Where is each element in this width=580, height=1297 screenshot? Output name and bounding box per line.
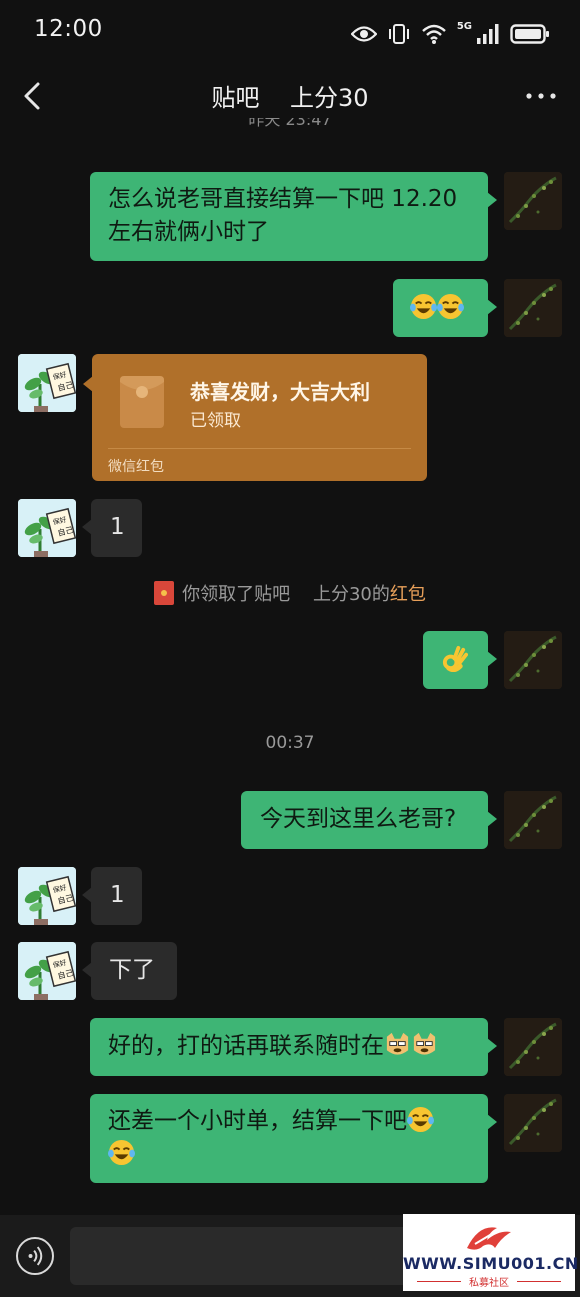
contact-avatar[interactable] xyxy=(18,867,76,925)
watermark-subtitle: 私募社区 xyxy=(469,1278,509,1289)
outgoing-message[interactable]: 今天到这里么老哥? xyxy=(241,791,497,849)
system-notice-text: 你领取了贴吧 上分30的 xyxy=(182,584,390,605)
message-text: 怎么说老哥直接结算一下吧 12.20 左右就俩小时了 xyxy=(108,186,458,245)
tears-of-joy-emoji xyxy=(410,293,437,320)
incoming-message[interactable]: 下了 xyxy=(82,942,177,1000)
outgoing-message[interactable]: 还差一个小时单，结算一下吧 xyxy=(90,1094,497,1183)
watermark-emblem-icon xyxy=(467,1225,511,1250)
red-packet-source: 微信红包 xyxy=(108,459,164,475)
red-packet-icon xyxy=(120,376,164,428)
incoming-message[interactable]: 1 xyxy=(82,499,142,557)
vibrate-icon xyxy=(388,24,409,44)
outgoing-message[interactable]: 好的，打的话再联系随时在 xyxy=(90,1018,497,1076)
system-notice: 你领取了贴吧 上分30的红包 xyxy=(0,580,580,606)
red-packet-link[interactable]: 红包 xyxy=(390,584,426,605)
outgoing-emoji-message[interactable] xyxy=(423,631,497,689)
red-packet-card[interactable]: 恭喜发财，大吉大利 已领取 微信红包 xyxy=(83,354,427,481)
self-avatar[interactable] xyxy=(504,791,562,849)
contact-avatar[interactable] xyxy=(18,942,76,1000)
ok-hand-emoji xyxy=(442,645,468,672)
tears-of-joy-emoji xyxy=(437,293,464,320)
red-packet-title: 恭喜发财，大吉大利 xyxy=(190,380,370,404)
signal-icon xyxy=(477,24,499,44)
outgoing-emoji-message[interactable] xyxy=(393,279,497,337)
tears-of-joy-emoji xyxy=(108,1139,135,1166)
more-options-icon[interactable] xyxy=(524,82,558,110)
wifi-icon xyxy=(422,24,446,44)
incoming-message[interactable]: 1 xyxy=(82,867,142,925)
watermark-site: WWW.SIMU001.CN xyxy=(403,1254,579,1273)
chat-title: 贴吧 上分30 xyxy=(211,84,369,112)
title-bar: 贴吧 上分30 xyxy=(0,66,580,126)
outgoing-message[interactable]: 怎么说老哥直接结算一下吧 12.20 左右就俩小时了 xyxy=(90,172,497,261)
self-avatar[interactable] xyxy=(504,1018,562,1076)
timestamp-peek: 昨天 23:47 xyxy=(248,118,332,128)
status-icons: 5G xyxy=(350,18,550,50)
message-text: 好的，打的话再联系随时在 xyxy=(108,1033,384,1059)
divider xyxy=(108,448,411,449)
eye-icon xyxy=(350,26,377,42)
network-label: 5G xyxy=(456,20,472,32)
message-text: 还差一个小时单，结算一下吧 xyxy=(108,1108,407,1134)
self-avatar[interactable] xyxy=(504,631,562,689)
watermark-logo: WWW.SIMU001.CN 私募社区 xyxy=(403,1214,579,1291)
message-text: 1 xyxy=(110,882,125,908)
doge-emoji xyxy=(386,1032,409,1055)
status-time: 12:00 xyxy=(34,16,103,42)
battery-icon xyxy=(510,24,549,44)
time-separator: 00:37 xyxy=(265,733,315,753)
red-packet-status: 已领取 xyxy=(190,411,241,431)
self-avatar[interactable] xyxy=(504,172,562,230)
voice-input-icon[interactable] xyxy=(16,1237,54,1275)
doge-emoji xyxy=(413,1032,436,1055)
message-input[interactable] xyxy=(70,1227,410,1285)
message-text: 1 xyxy=(110,514,125,540)
message-text: 下了 xyxy=(109,957,155,983)
contact-avatar[interactable] xyxy=(18,499,76,557)
tears-of-joy-emoji xyxy=(407,1106,434,1133)
self-avatar[interactable] xyxy=(504,279,562,337)
red-packet-small-icon xyxy=(154,581,175,605)
message-text: 今天到这里么老哥? xyxy=(260,806,457,832)
contact-avatar[interactable] xyxy=(18,354,76,412)
chat-screen: 12:00 5G 贴吧 上分30 昨天 23:47 怎么说老哥直接结算一下吧 1… xyxy=(0,0,580,1297)
self-avatar[interactable] xyxy=(504,1094,562,1152)
status-bar: 12:00 5G xyxy=(0,0,580,66)
